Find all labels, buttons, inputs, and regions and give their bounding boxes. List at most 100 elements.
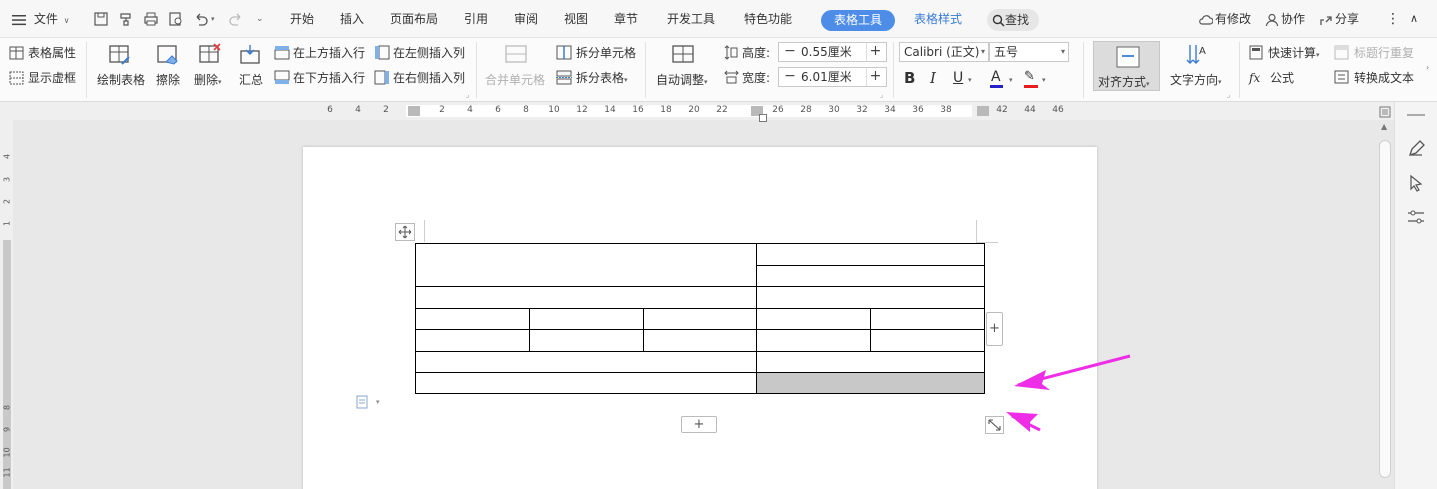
table-cell[interactable] (529, 329, 644, 352)
cursor-icon[interactable] (1408, 174, 1424, 192)
delete-button[interactable]: 删除▾ (194, 72, 222, 88)
underline-icon[interactable]: U (953, 69, 963, 87)
align-button[interactable]: 对齐方式▾ (1093, 41, 1160, 91)
highlight-dropdown-icon[interactable]: ▾ (1042, 76, 1046, 84)
table-cell[interactable] (870, 329, 985, 352)
font-name-select[interactable]: Calibri (正文) ▾ (899, 42, 989, 62)
selected-table-cell[interactable] (756, 372, 985, 394)
ribbon-scroll-icon[interactable]: › (1426, 63, 1429, 72)
redo-icon[interactable] (228, 11, 244, 27)
add-row-button[interactable]: + (681, 416, 717, 433)
ruler-margin-marker[interactable] (977, 106, 989, 116)
tab-developer[interactable]: 开发工具 (667, 0, 715, 38)
search-button[interactable]: 查找 (987, 9, 1039, 31)
ruler-indent-marker[interactable] (759, 114, 767, 122)
repeat-header-button[interactable]: 标题行重复 (1354, 44, 1414, 62)
document-page[interactable]: + + ▾ (303, 147, 1097, 489)
table-cell[interactable] (415, 329, 530, 352)
share-button[interactable]: 分享 (1319, 0, 1359, 38)
paragraph-options[interactable]: ▾ (356, 395, 380, 413)
tab-review[interactable]: 审阅 (514, 0, 538, 38)
height-decrease-button[interactable]: − (781, 43, 799, 61)
tab-references[interactable]: 引用 (464, 0, 488, 38)
table-cell[interactable] (756, 286, 985, 309)
table-cell[interactable] (756, 308, 871, 330)
width-value[interactable]: 6.01厘米 (801, 68, 852, 86)
table-cell[interactable] (415, 243, 757, 287)
vertical-scrollbar[interactable] (1379, 140, 1391, 478)
modified-button[interactable]: 有修改 (1198, 0, 1251, 38)
table-cell[interactable] (870, 308, 985, 330)
print-preview-icon[interactable] (168, 11, 184, 27)
format-painter-icon[interactable] (118, 11, 134, 27)
table-cell[interactable] (756, 243, 985, 266)
font-color-dropdown-icon[interactable]: ▾ (1009, 76, 1013, 84)
collab-button[interactable]: 协作 (1265, 0, 1305, 38)
to-text-button[interactable]: 转换成文本 (1354, 69, 1414, 87)
tab-page-layout[interactable]: 页面布局 (390, 0, 438, 38)
table-move-handle[interactable] (395, 223, 415, 241)
split-table-button[interactable]: 拆分表格▾ (576, 69, 628, 87)
table-cell[interactable] (529, 308, 644, 330)
bold-icon[interactable]: B (904, 69, 915, 87)
erase-button[interactable]: 擦除 (156, 72, 180, 88)
table-cell[interactable] (643, 308, 757, 330)
group-expand-icon[interactable]: ⌟ (466, 91, 469, 99)
undo-dropdown-icon[interactable]: ▾ (211, 15, 215, 23)
height-stepper[interactable]: − 0.55厘米 + (778, 42, 887, 62)
tab-features[interactable]: 特色功能 (744, 0, 792, 38)
table-cell[interactable] (756, 329, 871, 352)
scroll-up-icon[interactable]: ▲ (1381, 122, 1387, 131)
insert-right-button[interactable]: 在右侧插入列 (393, 69, 465, 87)
width-decrease-button[interactable]: − (781, 68, 799, 86)
tab-insert[interactable]: 插入 (340, 0, 364, 38)
italic-icon[interactable]: I (930, 69, 936, 87)
split-cells-button[interactable]: 拆分单元格 (576, 44, 636, 62)
group-expand-icon[interactable]: ⌟ (880, 91, 883, 99)
collapse-ribbon-icon[interactable]: ∧ (1410, 0, 1418, 38)
save-icon[interactable] (93, 11, 109, 27)
tab-view[interactable]: 视图 (564, 0, 588, 38)
table-cell[interactable] (415, 351, 757, 373)
font-color-icon[interactable]: A (990, 68, 1003, 88)
table-cell[interactable] (756, 265, 985, 287)
pen-icon[interactable] (1407, 140, 1425, 158)
height-increase-button[interactable]: + (866, 43, 884, 61)
more-options-icon[interactable]: ⋮ (1386, 0, 1400, 38)
formula-button[interactable]: 公式 (1270, 69, 1294, 87)
table-cell[interactable] (415, 372, 757, 394)
merge-cells-button[interactable]: 合并单元格 (485, 71, 545, 89)
zoom-fit-icon[interactable] (1379, 106, 1391, 118)
tab-table-tools[interactable]: 表格工具 (821, 10, 895, 31)
insert-below-button[interactable]: 在下方插入行 (293, 69, 365, 87)
show-grid-button[interactable]: 显示虚框 (28, 69, 76, 87)
print-icon[interactable] (143, 11, 159, 27)
quick-calc-button[interactable]: 快速计算▾ (1268, 44, 1320, 62)
font-size-select[interactable]: 五号 ▾ (989, 42, 1069, 62)
table-cell[interactable] (643, 329, 757, 352)
table-cell[interactable] (415, 286, 757, 309)
highlight-icon[interactable]: ✎ (1024, 68, 1038, 88)
tab-section[interactable]: 章节 (614, 0, 638, 38)
auto-fit-button[interactable]: 自动调整▾ (656, 72, 708, 88)
add-column-button[interactable]: + (986, 312, 1003, 346)
underline-dropdown-icon[interactable]: ▾ (968, 76, 972, 84)
summary-button[interactable]: 汇总 (239, 72, 263, 88)
undo-icon[interactable] (193, 11, 209, 27)
width-increase-button[interactable]: + (866, 68, 884, 86)
height-value[interactable]: 0.55厘米 (801, 43, 852, 61)
width-stepper[interactable]: − 6.01厘米 + (778, 67, 887, 87)
group-expand-icon[interactable]: ⌟ (1227, 91, 1230, 99)
tab-table-style[interactable]: 表格样式 (914, 0, 962, 38)
insert-left-button[interactable]: 在左侧插入列 (393, 44, 465, 62)
table-cell[interactable] (415, 308, 530, 330)
document-table[interactable] (415, 243, 985, 415)
insert-above-button[interactable]: 在上方插入行 (293, 44, 365, 62)
table-cell[interactable] (756, 351, 985, 373)
file-menu[interactable]: 文件 ∨ (12, 0, 70, 38)
table-props-button[interactable]: 表格属性 (28, 44, 76, 62)
settings-sliders-icon[interactable] (1407, 209, 1425, 225)
customize-toolbar-icon[interactable]: ⌄ (256, 14, 264, 24)
text-direction-button[interactable]: 文字方向▾ (1170, 72, 1222, 88)
tab-start[interactable]: 开始 (290, 0, 314, 38)
